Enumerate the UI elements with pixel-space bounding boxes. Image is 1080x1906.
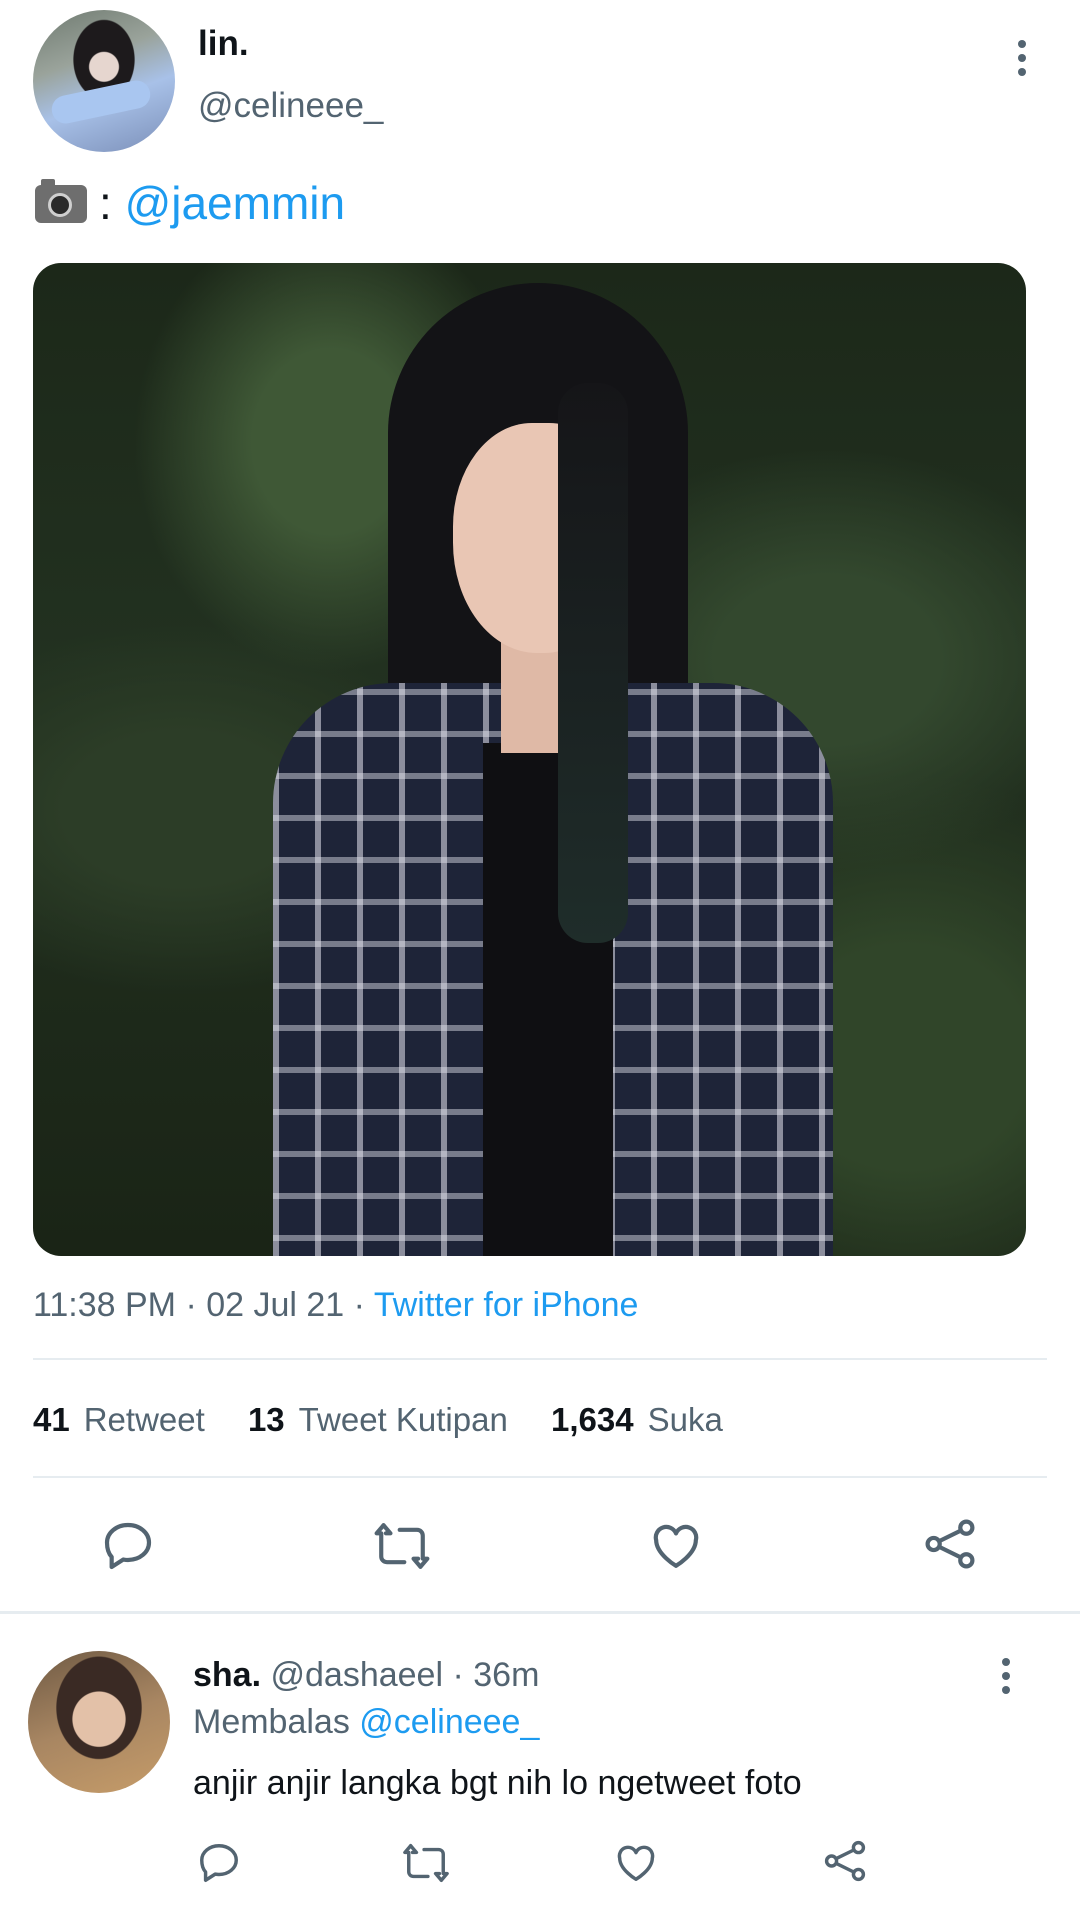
tweet-source[interactable]: Twitter for iPhone [374,1286,639,1324]
mention-link[interactable]: @jaemmin [125,177,346,229]
tweet-photo[interactable] [33,263,1026,1256]
author-name[interactable]: lin. [198,24,249,64]
like-icon [617,1845,655,1882]
retweet-icon [374,1523,430,1569]
tweet-meta: 11:38 PM · 02 Jul 21 · Twitter for iPhon… [33,1286,638,1325]
reply-share-button[interactable] [822,1838,868,1884]
author-handle[interactable]: @celineee_ [198,86,383,126]
likes-stat[interactable]: 1,634 Suka [551,1401,723,1438]
reply-icon [104,1522,152,1570]
more-options-icon[interactable] [1012,40,1032,82]
reply-icon [200,1844,238,1882]
reply-time: · 36m [452,1656,540,1694]
share-icon [925,1519,975,1569]
reply-author-handle[interactable]: @dashaeel [271,1656,444,1694]
tweet-text-separator: : [99,177,112,229]
share-icon [824,1840,866,1882]
tweet-timestamp[interactable]: 11:38 PM · 02 Jul 21 · [33,1286,365,1324]
reply-retweet-button[interactable] [401,1840,451,1886]
quotes-stat[interactable]: 13 Tweet Kutipan [248,1401,508,1438]
share-button[interactable] [922,1516,978,1572]
tweet-stats: 41 Retweet 13 Tweet Kutipan 1,634 Suka [33,1401,757,1439]
author-avatar[interactable] [33,10,175,152]
retweet-button[interactable] [372,1518,432,1574]
reply-author-name[interactable]: sha. [193,1656,261,1694]
divider [33,1358,1047,1360]
replying-label: Membalas [193,1703,350,1741]
reply-button[interactable] [100,1518,156,1574]
retweet-icon [403,1844,449,1882]
reply-text: anjir anjir langka bgt nih lo ngetweet f… [193,1764,802,1802]
reply-like-button[interactable] [613,1840,659,1886]
camera-icon [35,179,87,223]
reply-header: sha. @dashaeel · 36m [193,1656,539,1695]
reply-more-options-icon[interactable] [996,1658,1016,1700]
tweet-text: : @jaemmin [35,175,345,231]
like-icon [653,1524,699,1568]
reply-author-avatar[interactable] [28,1651,170,1793]
reply-reply-button[interactable] [196,1840,242,1886]
section-divider [0,1611,1080,1614]
replying-to-mention[interactable]: @celineee_ [359,1703,539,1741]
retweets-stat[interactable]: 41 Retweet [33,1401,205,1438]
like-button[interactable] [648,1518,704,1574]
divider [33,1476,1047,1478]
replying-to: Membalas @celineee_ [193,1703,539,1742]
